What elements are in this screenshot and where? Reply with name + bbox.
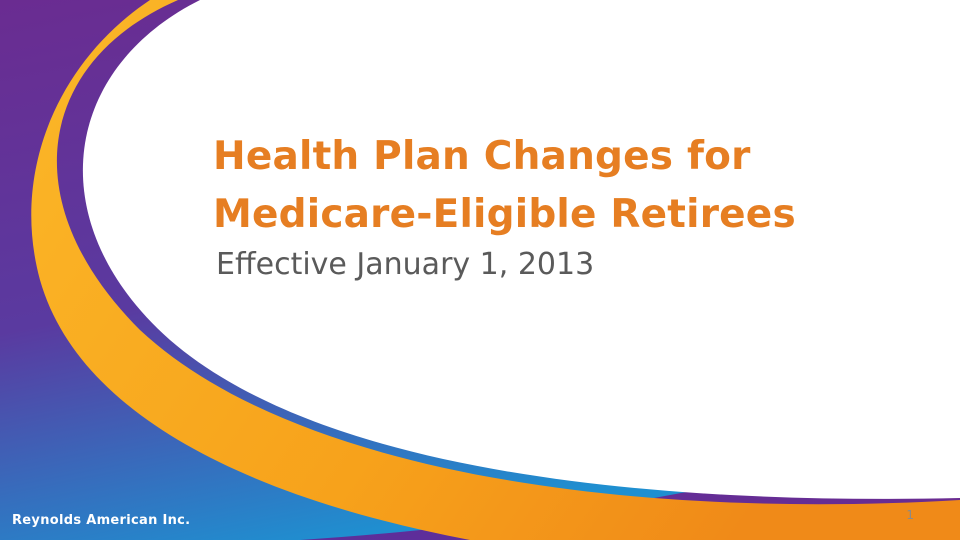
slide-title-line-1: Health Plan Changes for (213, 134, 751, 179)
slide-title: Health Plan Changes for Medicare-Eligibl… (213, 128, 933, 244)
slide-title-line-2: Medicare-Eligible Retirees (213, 192, 796, 237)
slide: Health Plan Changes for Medicare-Eligibl… (0, 0, 960, 540)
company-name: Reynolds American Inc. (12, 513, 191, 528)
slide-subtitle: Effective January 1, 2013 (216, 247, 595, 282)
page-number: 1 (906, 508, 914, 522)
